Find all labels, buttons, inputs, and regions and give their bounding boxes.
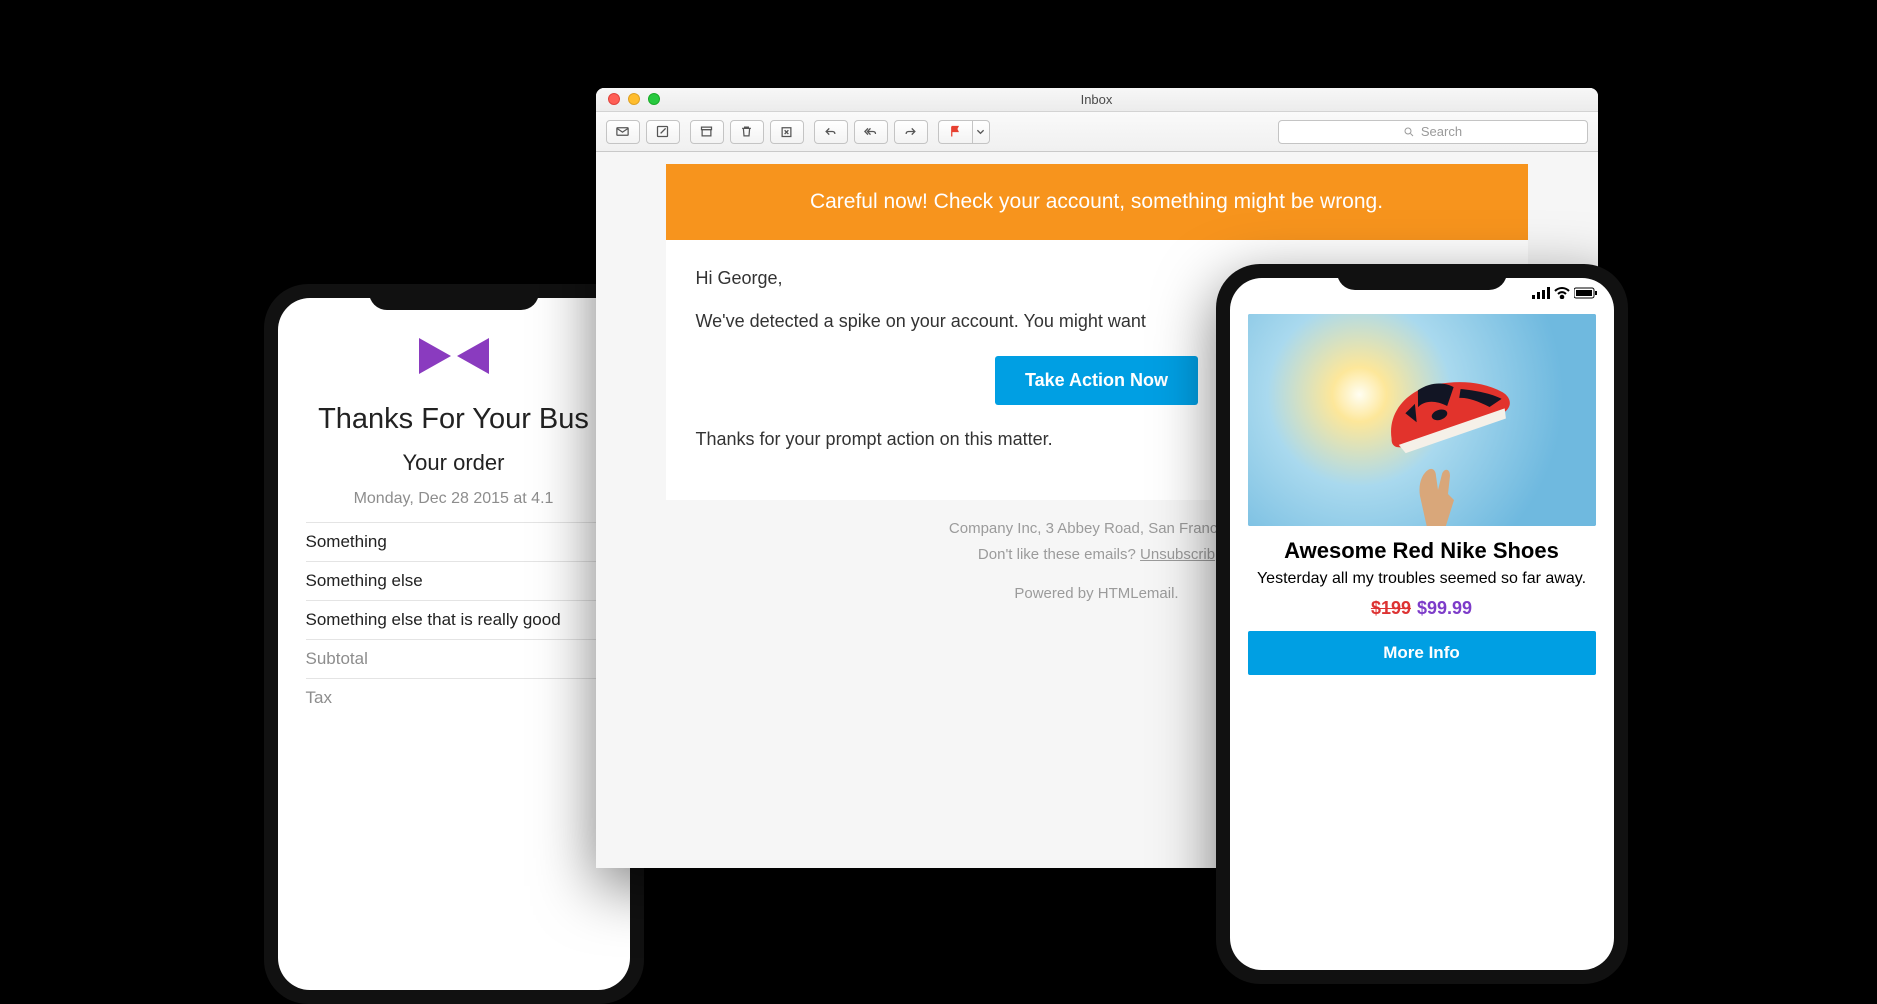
search-icon <box>1403 126 1415 138</box>
product-title: Awesome Red Nike Shoes <box>1248 538 1596 564</box>
receipt-items: Something Something else Something else … <box>306 522 602 717</box>
reply-all-button[interactable] <box>854 120 888 144</box>
phone-right-product: Awesome Red Nike Shoes Yesterday all my … <box>1216 264 1628 984</box>
receipt-title: Thanks For Your Bus <box>306 403 602 436</box>
receipt-date: Monday, Dec 28 2015 at 4.1 <box>306 490 602 508</box>
search-placeholder: Search <box>1421 124 1462 139</box>
flag-button[interactable] <box>938 120 972 144</box>
list-item: Subtotal <box>306 639 602 678</box>
get-mail-button[interactable] <box>606 120 640 144</box>
junk-button[interactable] <box>770 120 804 144</box>
phone-screen: Awesome Red Nike Shoes Yesterday all my … <box>1230 278 1614 970</box>
list-item: Something else <box>306 561 602 600</box>
unsubscribe-link[interactable]: Unsubscrib <box>1140 546 1215 563</box>
window-title: Inbox <box>1081 92 1113 107</box>
product-description: Yesterday all my troubles seemed so far … <box>1248 570 1596 588</box>
delete-button[interactable] <box>730 120 764 144</box>
footer-unsub-prefix: Don't like these emails? <box>978 546 1140 563</box>
battery-icon <box>1574 287 1598 299</box>
forward-button[interactable] <box>894 120 928 144</box>
list-item: Something <box>306 522 602 561</box>
minimize-window-button[interactable] <box>628 93 640 105</box>
phone-left-receipt: Thanks For Your Bus Your order Monday, D… <box>264 284 644 1004</box>
phone-notch <box>1337 264 1507 290</box>
phone-notch <box>369 284 539 310</box>
bowtie-logo-icon <box>417 334 491 378</box>
toolbar: Search <box>596 112 1598 152</box>
archive-button[interactable] <box>690 120 724 144</box>
product-image <box>1248 314 1596 526</box>
wifi-icon <box>1554 287 1570 299</box>
signal-icon <box>1532 287 1550 299</box>
take-action-button[interactable]: Take Action Now <box>995 356 1198 405</box>
price-old: $199 <box>1371 598 1411 618</box>
search-input[interactable]: Search <box>1278 120 1588 144</box>
product-price: $199 $99.99 <box>1248 598 1596 619</box>
close-window-button[interactable] <box>608 93 620 105</box>
compose-button[interactable] <box>646 120 680 144</box>
reply-button[interactable] <box>814 120 848 144</box>
window-titlebar: Inbox <box>596 88 1598 112</box>
more-info-button[interactable]: More Info <box>1248 631 1596 675</box>
alert-banner: Careful now! Check your account, somethi… <box>666 164 1528 240</box>
zoom-window-button[interactable] <box>648 93 660 105</box>
flag-menu-button[interactable] <box>972 120 990 144</box>
hand-icon <box>1382 440 1474 526</box>
receipt-subtitle: Your order <box>306 450 602 476</box>
phone-screen: Thanks For Your Bus Your order Monday, D… <box>278 298 630 990</box>
price-new: $99.99 <box>1417 598 1472 618</box>
list-item: Something else that is really good <box>306 600 602 639</box>
list-item: Tax <box>306 678 602 717</box>
